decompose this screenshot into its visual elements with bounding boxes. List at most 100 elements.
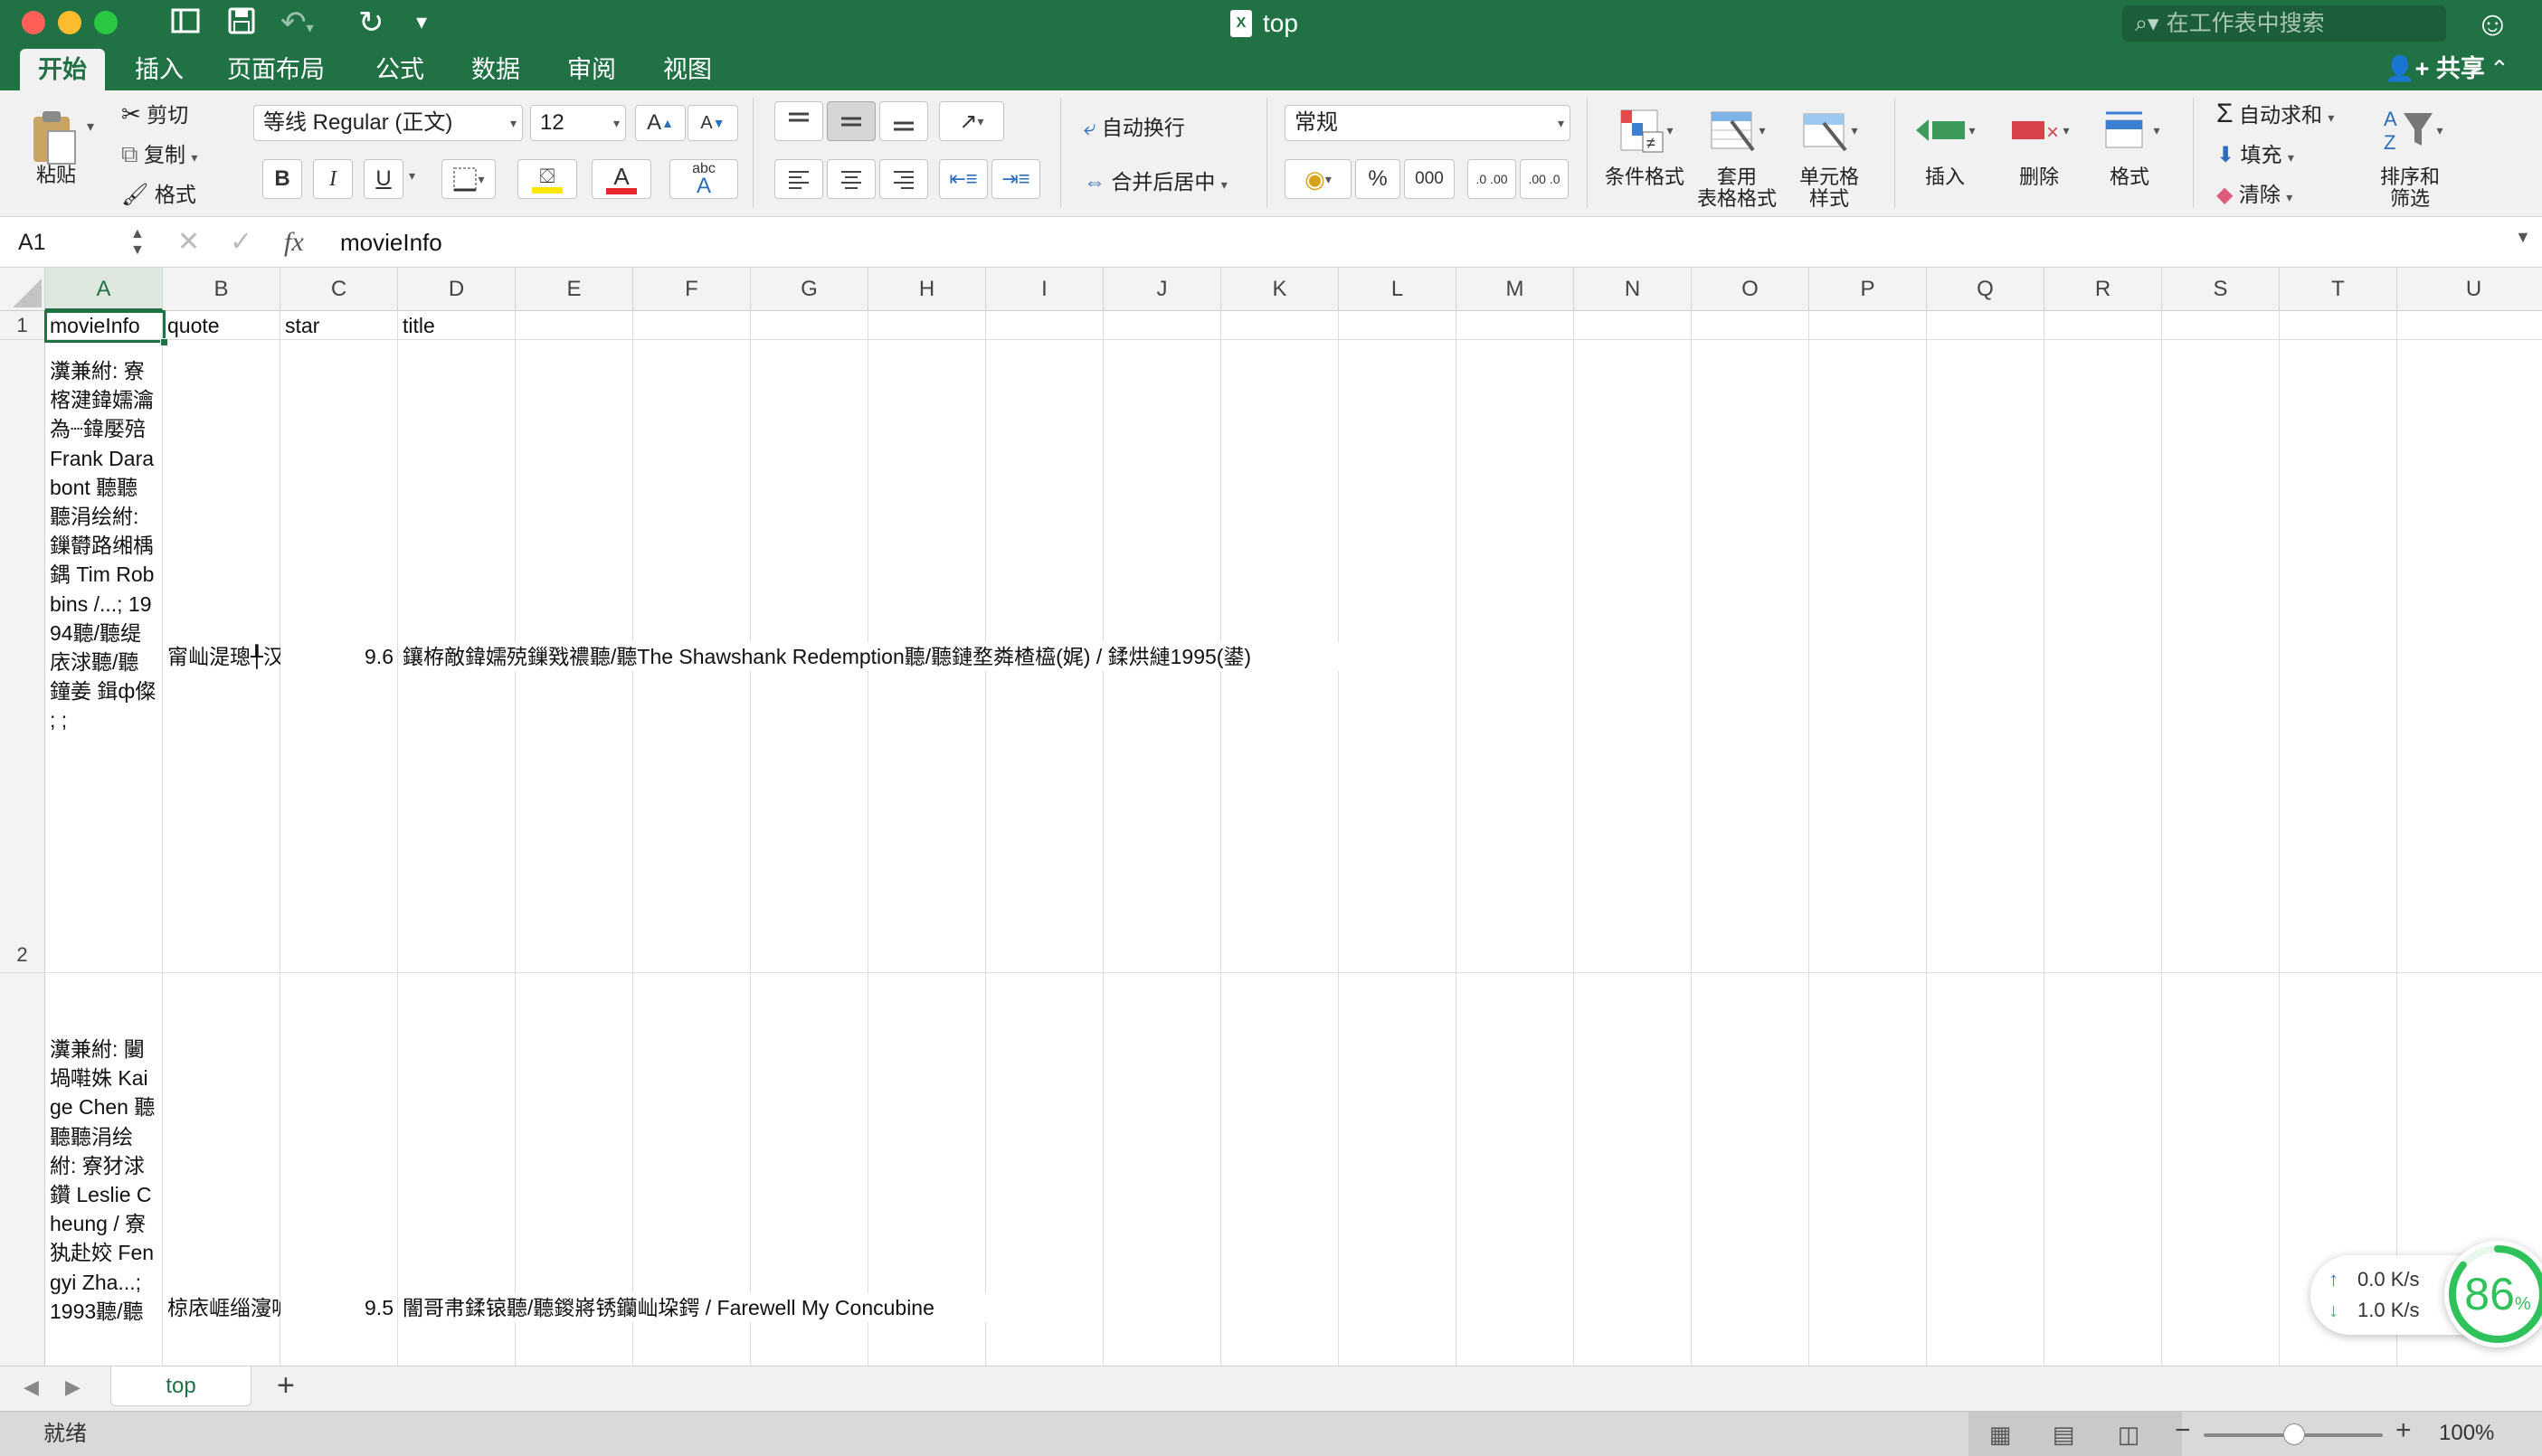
column-header-O[interactable]: O bbox=[1692, 268, 1809, 311]
decrease-indent-button[interactable]: ⇤≡ bbox=[939, 159, 988, 199]
column-header-F[interactable]: F bbox=[633, 268, 751, 311]
column-header-E[interactable]: E bbox=[516, 268, 633, 311]
font-name-select[interactable]: 等线 Regular (正文) ▾ bbox=[253, 105, 523, 141]
percent-style-button[interactable]: % bbox=[1355, 159, 1400, 199]
fill-color-button[interactable]: ⛋ bbox=[517, 159, 577, 199]
format-as-table-button[interactable]: ▾ bbox=[1697, 101, 1777, 159]
column-header-B[interactable]: B bbox=[163, 268, 280, 311]
font-color-button[interactable]: A bbox=[592, 159, 651, 199]
cell-B3[interactable]: 椋庡崕缁濅唬 bbox=[163, 1293, 280, 1322]
tab-formulas[interactable]: 公式 bbox=[362, 49, 438, 90]
underline-button[interactable]: U bbox=[364, 159, 403, 199]
column-header-N[interactable]: N bbox=[1574, 268, 1692, 311]
align-right-button[interactable] bbox=[879, 159, 928, 199]
zoom-out-button[interactable]: − bbox=[2175, 1415, 2191, 1446]
formula-input[interactable]: movieInfo bbox=[340, 224, 442, 260]
align-bottom-button[interactable] bbox=[879, 101, 928, 141]
insert-function-icon[interactable]: fx bbox=[284, 224, 304, 260]
search-input[interactable] bbox=[2166, 10, 2438, 37]
zoom-percent[interactable]: 100% bbox=[2439, 1421, 2494, 1446]
align-top-button[interactable] bbox=[774, 101, 823, 141]
font-size-select[interactable]: 12 ▾ bbox=[530, 105, 626, 141]
merge-center-button[interactable]: ⇔ 合并后居中 ▾ bbox=[1084, 165, 1228, 195]
cell-styles-button[interactable]: ▾ bbox=[1789, 101, 1869, 159]
zoom-slider-thumb[interactable] bbox=[2283, 1423, 2305, 1445]
cell-C3[interactable]: 9.5 bbox=[280, 1293, 398, 1322]
sheet-search-box[interactable]: ⌕▾ bbox=[2122, 5, 2446, 42]
bold-button[interactable]: B bbox=[262, 159, 302, 199]
column-header-G[interactable]: G bbox=[751, 268, 868, 311]
column-header-M[interactable]: M bbox=[1456, 268, 1574, 311]
column-header-P[interactable]: P bbox=[1809, 268, 1927, 311]
tab-review[interactable]: 审阅 bbox=[555, 49, 628, 90]
align-middle-button[interactable] bbox=[827, 101, 876, 141]
page-break-view-icon[interactable]: ◫ bbox=[2113, 1419, 2144, 1450]
italic-button[interactable]: I bbox=[313, 159, 353, 199]
increase-font-size-button[interactable]: A ▲ bbox=[635, 105, 686, 141]
close-window-button[interactable] bbox=[22, 11, 45, 34]
cell-B2[interactable]: 甯屾湜璁╀汉鑷敱 bbox=[163, 642, 280, 671]
column-header-J[interactable]: J bbox=[1104, 268, 1221, 311]
insert-cells-button[interactable]: ▾ bbox=[1905, 101, 1985, 159]
column-header-I[interactable]: I bbox=[986, 268, 1104, 311]
phonetic-guide-button[interactable]: abc A bbox=[669, 159, 738, 199]
column-header-Q[interactable]: Q bbox=[1927, 268, 2044, 311]
decrease-decimal-button[interactable]: .00 .0 bbox=[1520, 159, 1569, 199]
cell-A3[interactable]: 瀵兼紨: 闄堝嚡姝 Kaige Chen 聽聽聽涓绘紨: 寮犲浗鑽 Leslie… bbox=[45, 1035, 163, 1366]
expand-formula-bar-icon[interactable]: ▼ bbox=[2515, 228, 2531, 247]
next-sheet-icon[interactable]: ▶ bbox=[65, 1376, 81, 1399]
sort-filter-button[interactable]: AZ ▾ bbox=[2372, 101, 2453, 159]
comma-style-button[interactable]: 000 bbox=[1404, 159, 1455, 199]
column-header-A[interactable]: A bbox=[45, 268, 163, 311]
paste-dropdown-icon[interactable]: ▾ bbox=[87, 118, 94, 136]
feedback-smiley-icon[interactable]: ☺ bbox=[2475, 5, 2510, 44]
redo-icon[interactable]: ↻ bbox=[358, 5, 384, 40]
cell-A2[interactable]: 瀵兼紨: 寮楁湕鍏嬬瀹為┈鍏嬮殕 Frank Darabont 聽聽聽涓绘紨: … bbox=[45, 356, 163, 973]
align-left-button[interactable] bbox=[774, 159, 823, 199]
column-header-C[interactable]: C bbox=[280, 268, 398, 311]
cpu-gauge[interactable]: 86% bbox=[2444, 1241, 2542, 1347]
increase-decimal-button[interactable]: .0 .00 bbox=[1467, 159, 1516, 199]
normal-view-icon[interactable]: ▦ bbox=[1985, 1419, 2016, 1450]
decrease-font-size-button[interactable]: A ▼ bbox=[688, 105, 738, 141]
fill-button[interactable]: ⬇ 填充 ▾ bbox=[2216, 137, 2294, 168]
cut-button[interactable]: ✂ 剪切 bbox=[121, 98, 188, 128]
cell-D1[interactable]: title bbox=[398, 311, 669, 340]
column-header-U[interactable]: U bbox=[2397, 268, 2542, 311]
undo-icon[interactable]: ↶▾ bbox=[280, 5, 314, 46]
underline-dropdown-icon[interactable]: ▾ bbox=[409, 168, 415, 184]
delete-cells-button[interactable]: × ▾ bbox=[1999, 101, 2079, 159]
borders-button[interactable]: ▾ bbox=[441, 159, 496, 199]
column-header-R[interactable]: R bbox=[2044, 268, 2162, 311]
cancel-entry-icon[interactable]: ✕ bbox=[177, 224, 200, 260]
minimize-window-button[interactable] bbox=[58, 11, 81, 34]
accounting-format-button[interactable]: ◉ ▾ bbox=[1285, 159, 1352, 199]
name-box-stepper-icon[interactable]: ▲ ▼ bbox=[130, 226, 145, 259]
tab-insert[interactable]: 插入 bbox=[123, 49, 195, 90]
row-header-3[interactable] bbox=[0, 973, 45, 1366]
page-layout-view-icon[interactable]: ▤ bbox=[2048, 1419, 2079, 1450]
autosum-button[interactable]: Σ 自动求和 ▾ bbox=[2216, 98, 2334, 129]
fill-handle[interactable] bbox=[160, 338, 168, 346]
format-painter-button[interactable]: 🖌 格式 bbox=[121, 177, 196, 208]
cell-C1[interactable]: star bbox=[280, 311, 398, 340]
cell-D3[interactable]: 闇哥帇鍒锿聽/聽鍐嶈锈钄屾垜鍔 / Farewell My Concubine bbox=[398, 1293, 986, 1322]
tab-page-layout[interactable]: 页面布局 bbox=[217, 49, 335, 90]
collapse-ribbon-icon[interactable]: ⌃ bbox=[2490, 51, 2509, 87]
column-header-S[interactable]: S bbox=[2162, 268, 2280, 311]
text-orientation-button[interactable]: ↗ ▾ bbox=[939, 101, 1004, 141]
column-header-K[interactable]: K bbox=[1221, 268, 1339, 311]
zoom-window-button[interactable] bbox=[94, 11, 118, 34]
confirm-entry-icon[interactable]: ✓ bbox=[230, 224, 252, 260]
row-header-1[interactable]: 1 bbox=[0, 311, 45, 340]
conditional-format-button[interactable]: ≠ ▾ bbox=[1605, 101, 1684, 159]
zoom-in-button[interactable]: + bbox=[2395, 1415, 2412, 1446]
cell-C2[interactable]: 9.6 bbox=[280, 642, 398, 671]
wrap-text-button[interactable]: ⤶ 自动换行 bbox=[1084, 110, 1185, 141]
column-header-H[interactable]: H bbox=[868, 268, 986, 311]
sheet-tab-top[interactable]: top bbox=[110, 1366, 251, 1406]
save-icon[interactable] bbox=[226, 5, 257, 43]
clear-button[interactable]: ◆ 清除 ▾ bbox=[2216, 177, 2292, 208]
tab-home[interactable]: 开始 bbox=[20, 49, 105, 90]
sidebar-toggle-icon[interactable] bbox=[170, 5, 201, 43]
